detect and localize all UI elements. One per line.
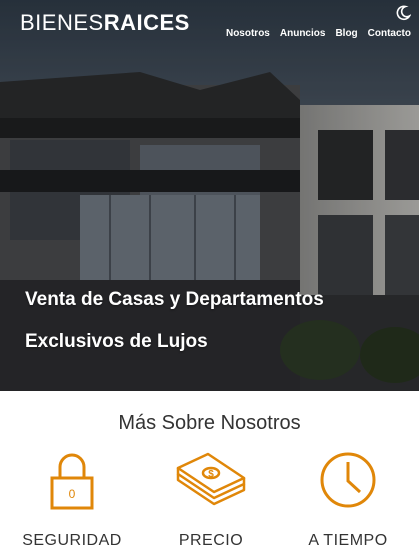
hero-headline-line1: Venta de Casas y Departamentos xyxy=(25,289,324,310)
nav-link-nosotros[interactable]: Nosotros xyxy=(226,28,270,39)
nav-link-contacto[interactable]: Contacto xyxy=(368,28,411,39)
hero-header: BIENESRAICES Nosotros Anuncios Blog Cont… xyxy=(0,0,419,391)
about-title: Más Sobre Nosotros xyxy=(118,412,301,434)
svg-text:0: 0 xyxy=(69,487,76,501)
feature-label-precio: PRECIO xyxy=(178,532,244,549)
svg-text:$: $ xyxy=(208,469,214,480)
nav-link-blog[interactable]: Blog xyxy=(335,28,357,39)
feature-precio: $ xyxy=(141,450,281,510)
feature-a-tiempo xyxy=(278,450,418,510)
feature-seguridad: 0 xyxy=(2,450,142,510)
logo-text-light: BIENES xyxy=(20,10,104,35)
moon-icon[interactable] xyxy=(395,5,411,21)
main-navigation: Nosotros Anuncios Blog Contacto xyxy=(226,28,411,39)
nav-link-anuncios[interactable]: Anuncios xyxy=(280,28,326,39)
logo-text-bold: RAICES xyxy=(103,10,190,35)
hero-headline-line2: Exclusivos de Lujos xyxy=(25,331,208,352)
site-logo[interactable]: BIENESRAICES xyxy=(20,10,190,36)
feature-label-seguridad: SEGURIDAD xyxy=(22,532,122,549)
clock-icon xyxy=(320,452,376,508)
money-stack-icon: $ xyxy=(176,452,246,506)
padlock-icon: 0 xyxy=(50,453,94,510)
feature-label-a-tiempo: A TIEMPO xyxy=(308,532,388,549)
